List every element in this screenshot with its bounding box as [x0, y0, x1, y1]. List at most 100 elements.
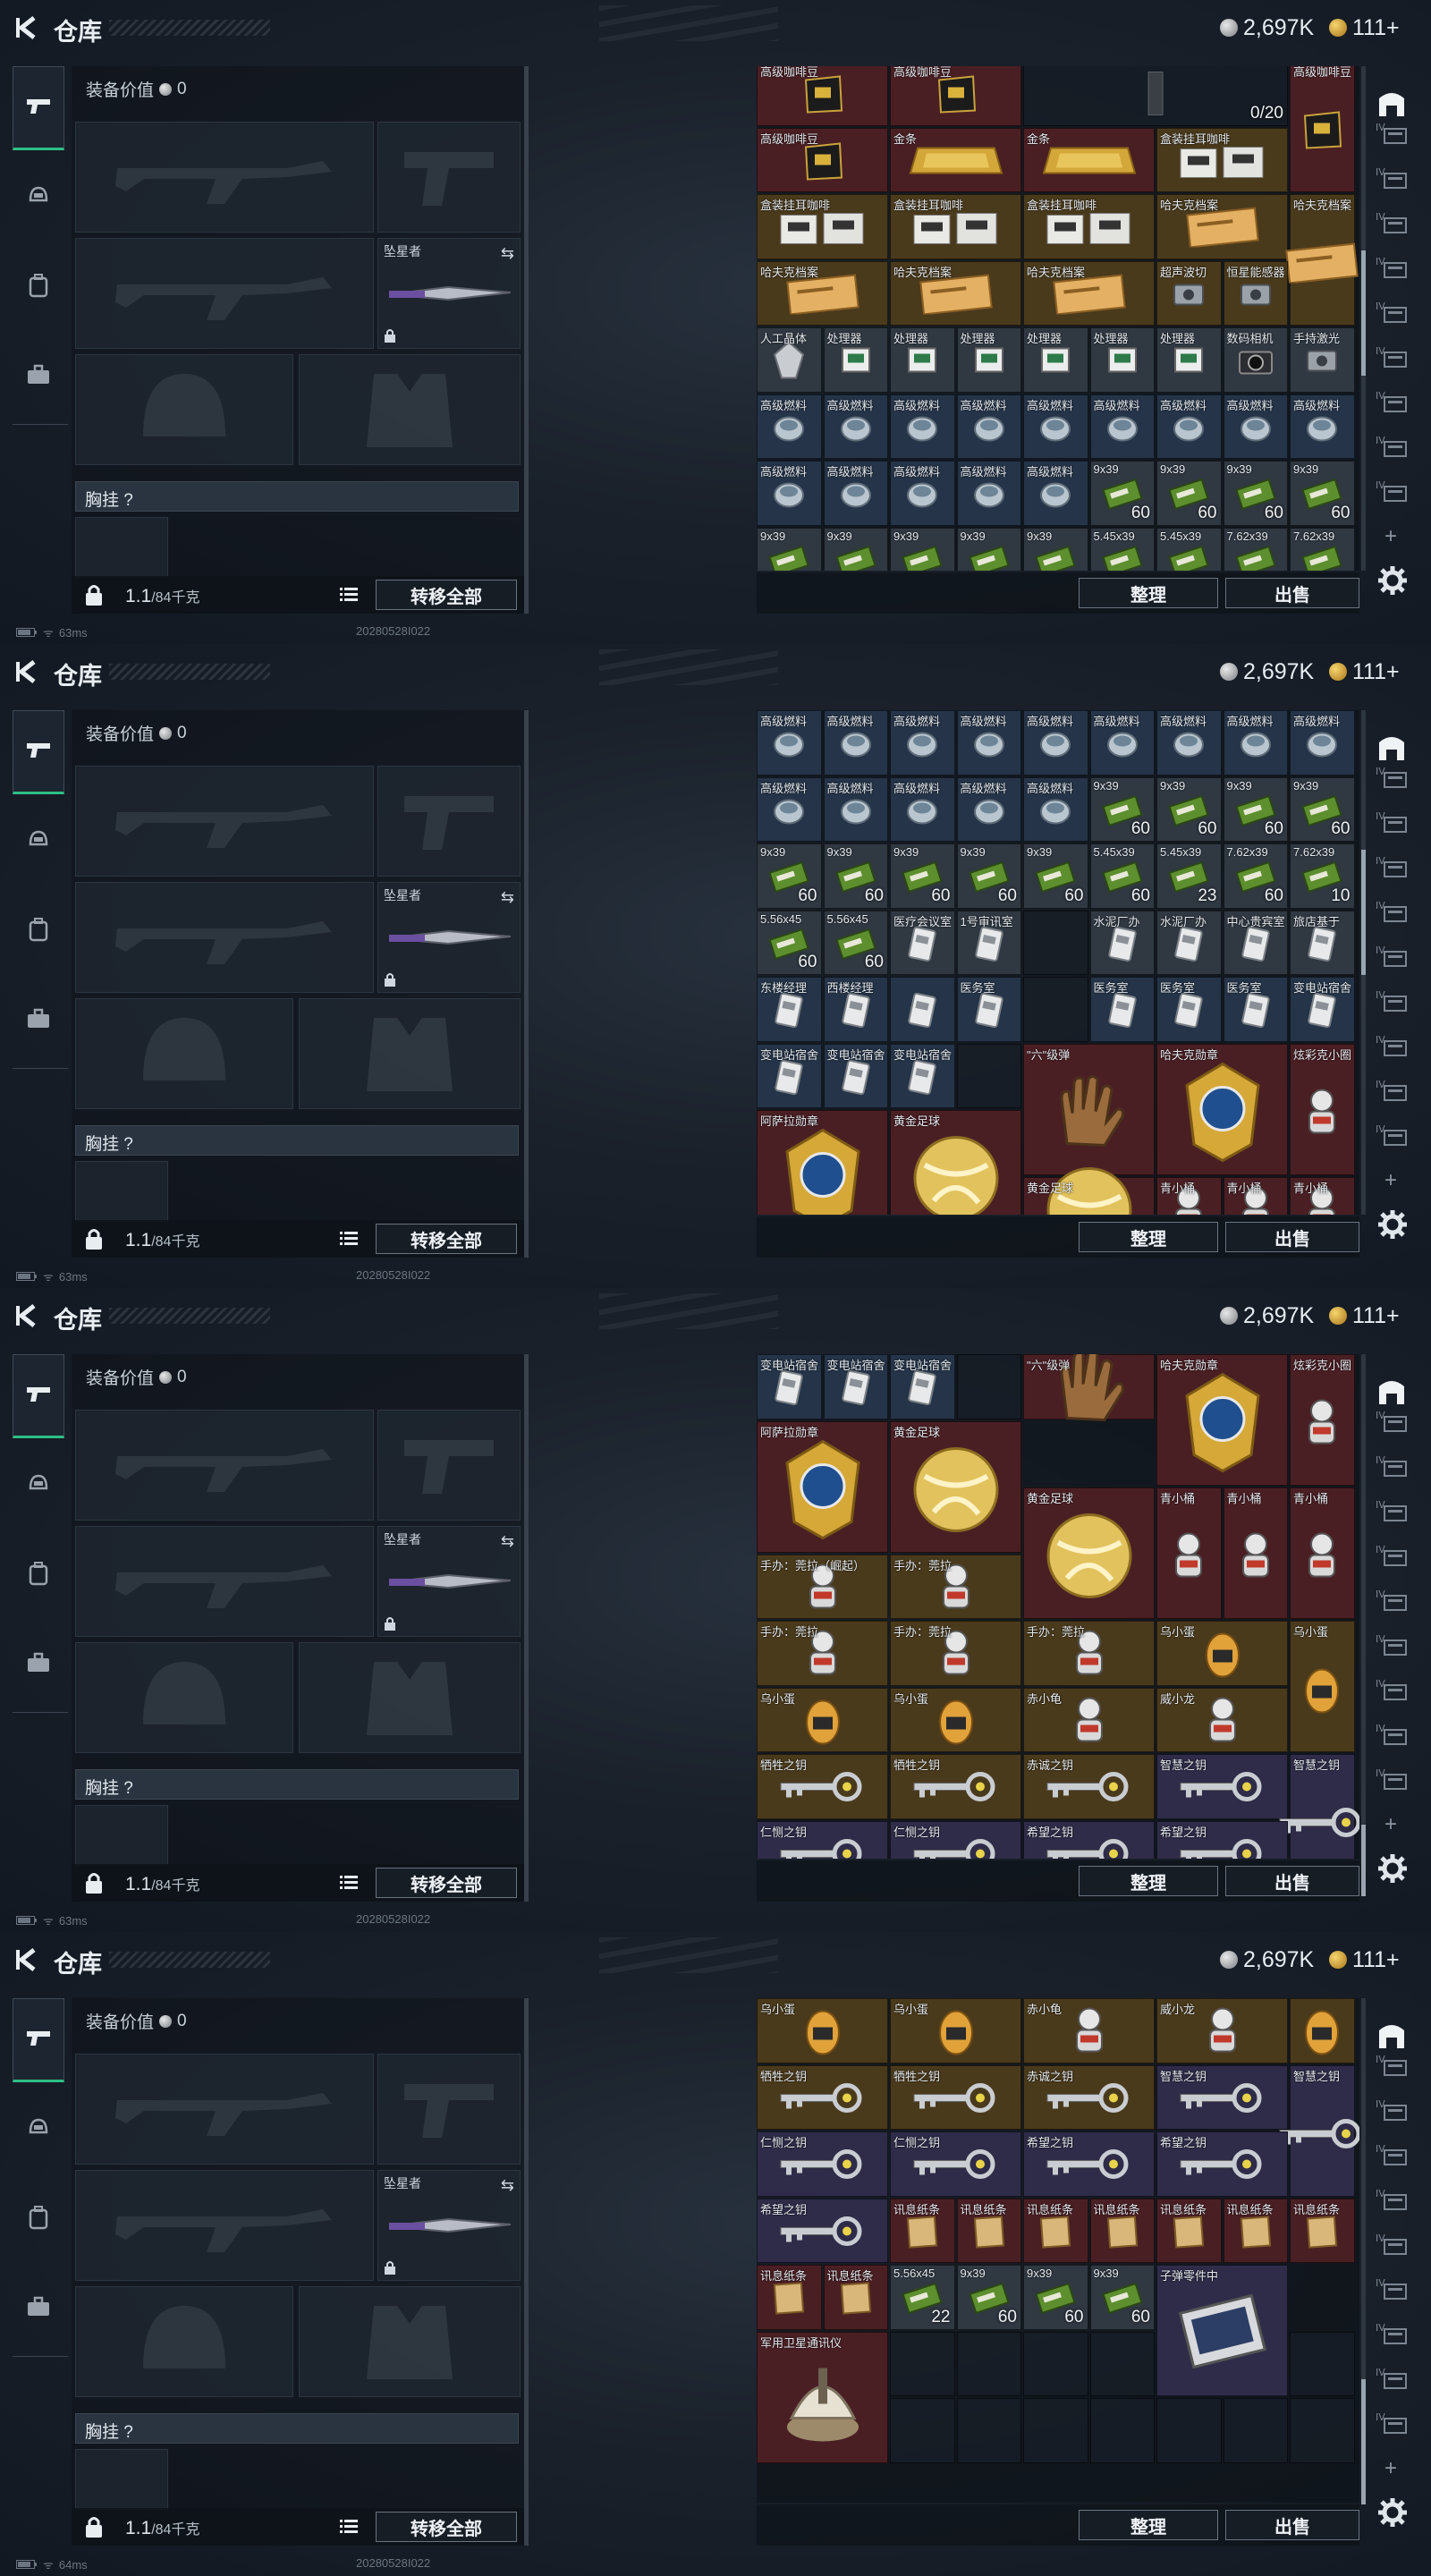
stash-item[interactable]: 9x39 60 [1089, 461, 1155, 526]
stash-tab-3[interactable]: IV [1374, 1453, 1413, 1492]
stash-item[interactable]: 仁恻之钥 [890, 1820, 1021, 1859]
stash-item[interactable]: 讯息纸条 [1023, 2198, 1088, 2263]
stash-item[interactable]: 仁恻之钥 [890, 2131, 1021, 2197]
swap-icon[interactable]: ⇆ [501, 888, 514, 907]
stash-item[interactable]: 手办：莞拉 [890, 1554, 1021, 1619]
backpack-tab[interactable] [13, 245, 64, 329]
stash-item[interactable]: 阿萨拉勋章 [757, 1420, 888, 1553]
helmet-slot[interactable] [75, 2286, 293, 2397]
stash-tab-8[interactable]: IV [1374, 388, 1413, 428]
stash-item[interactable]: 西楼经理 [823, 977, 888, 1042]
settings-gear-icon[interactable] [1377, 1853, 1408, 1884]
backpack-tab[interactable] [13, 2177, 64, 2261]
stash-item[interactable]: 哈夫克勋章 [1156, 1043, 1288, 1175]
swap-icon[interactable]: ⇆ [501, 244, 514, 263]
stash-item[interactable]: 智慧之钥 [1156, 1754, 1288, 1819]
stash-item[interactable]: 牺牲之钥 [757, 2064, 888, 2130]
stash-item[interactable]: 牺牲之钥 [757, 1754, 888, 1819]
stash-item[interactable]: 青小桶 [1156, 1176, 1222, 1215]
stash-tab-2[interactable]: IV [1374, 120, 1413, 159]
equipment-scrollbar[interactable] [524, 66, 529, 614]
stash-item[interactable]: 赤诚之钥 [1023, 1754, 1155, 1819]
stash-item[interactable]: 9x39 60 [1290, 776, 1355, 842]
stash-item[interactable]: 9x39 60 [956, 843, 1021, 909]
stash-item[interactable]: "六"级弹 [1023, 1354, 1155, 1422]
stash-item[interactable]: 讯息纸条 [1290, 2198, 1355, 2263]
weapon-tab[interactable] [13, 1354, 64, 1438]
stash-tab-6[interactable]: IV [1374, 299, 1413, 338]
stash-item[interactable]: 赤小龟 [1023, 1687, 1155, 1752]
stash-item[interactable]: 5.45x39 23 [1156, 843, 1222, 909]
stash-item[interactable]: 讯息纸条 [1156, 2198, 1222, 2263]
stash-item[interactable]: 9x39 60 [1156, 461, 1222, 526]
stash-item[interactable]: 讯息纸条 [956, 2198, 1021, 2263]
pistol-slot[interactable] [377, 766, 521, 877]
stash-item[interactable]: 高级燃料 [1156, 710, 1222, 775]
stash-item[interactable]: 5.56x45 60 [757, 910, 822, 975]
sort-button[interactable]: 整理 [1079, 2510, 1218, 2540]
stash-item[interactable]: 超声波切 [1156, 260, 1222, 326]
stash-item[interactable]: 变电站宿舍 [757, 1354, 822, 1419]
transfer-all-button[interactable]: 转移全部 [376, 580, 517, 610]
stash-item[interactable]: 青小桶 [1156, 1487, 1222, 1619]
stash-item[interactable]: 仁恻之钥 [757, 2131, 888, 2197]
stash-tab-10[interactable]: IV [1374, 478, 1413, 517]
stash-item[interactable]: 牺牲之钥 [890, 1754, 1021, 1819]
case-tab[interactable] [13, 979, 64, 1063]
stash-item[interactable]: 变电站宿舍 [890, 1354, 955, 1419]
stash-tab-8[interactable]: IV [1374, 2320, 1413, 2360]
stash-item[interactable]: 哈夫克档案 [1023, 260, 1155, 326]
list-icon[interactable] [340, 2519, 358, 2535]
stash-item[interactable]: 高级燃料 [1023, 394, 1088, 459]
backpack-tab[interactable] [13, 1533, 64, 1617]
stash-item[interactable]: 盒装挂耳咖啡 [1156, 127, 1288, 192]
stash-item[interactable]: 9x39 60 [757, 843, 822, 909]
lock-icon[interactable] [84, 583, 104, 606]
stash-tab-3[interactable]: IV [1374, 165, 1413, 204]
stash-item[interactable]: 变电站宿舍 [823, 1043, 888, 1108]
stash-item[interactable]: 7.62x39 60 [1223, 843, 1288, 909]
stash-item[interactable]: 高级燃料 [956, 710, 1021, 775]
stash-item[interactable]: 高级燃料 [1089, 394, 1155, 459]
stash-item[interactable]: 黄金足球 [1023, 1166, 1155, 1215]
stash-item[interactable]: 5.45x39 60 [1089, 843, 1155, 909]
stash-item[interactable]: 5.56x45 60 [823, 910, 888, 975]
transfer-all-button[interactable]: 转移全部 [376, 1224, 517, 1254]
stash-item[interactable]: 9x39 60 [1089, 776, 1155, 842]
stash-item[interactable] [1290, 1998, 1355, 2063]
back-arrow-icon[interactable] [13, 1945, 43, 1975]
add-tab-icon[interactable]: + [1384, 2456, 1397, 2481]
stash-item[interactable]: 旅店基于 [1290, 910, 1355, 975]
stash-tab-4[interactable]: IV [1374, 853, 1413, 893]
stash-item[interactable]: 医务室 [1089, 977, 1155, 1042]
stash-item[interactable]: 高级咖啡豆 [757, 127, 888, 192]
stash-item[interactable]: 9x39 [956, 527, 1021, 571]
armor-tab[interactable] [13, 156, 64, 240]
list-icon[interactable] [340, 1231, 358, 1247]
chest-rig-item-slot[interactable] [75, 2449, 168, 2510]
stash-tab-7[interactable]: IV [1374, 343, 1413, 383]
stash-item[interactable]: 东楼经理 [757, 977, 822, 1042]
stash-item[interactable]: 手办：莞拉 [757, 1621, 888, 1686]
stash-item[interactable]: 高级燃料 [956, 394, 1021, 459]
stash-tab-9[interactable]: IV [1374, 2365, 1413, 2404]
chest-rig-item-slot[interactable] [75, 517, 168, 578]
stash-scrollbar-thumb[interactable] [1361, 850, 1366, 975]
stash-item[interactable]: 人工晶体 [757, 327, 822, 393]
stash-item[interactable]: 黄金足球 [890, 1420, 1021, 1553]
stash-item[interactable]: 5.45x39 [1156, 527, 1222, 571]
stash-tab-8[interactable]: IV [1374, 1676, 1413, 1716]
armor-slot[interactable] [299, 1642, 521, 1753]
stash-item[interactable]: 军用卫星通讯仪 [757, 2331, 888, 2463]
helmet-slot[interactable] [75, 354, 293, 465]
pistol-slot[interactable] [377, 1410, 521, 1521]
sort-button[interactable]: 整理 [1079, 578, 1218, 608]
case-tab[interactable] [13, 335, 64, 419]
chest-rig-item-slot[interactable] [75, 1805, 168, 1866]
transfer-all-button[interactable]: 转移全部 [376, 2512, 517, 2542]
stash-item[interactable]: 9x39 60 [1223, 461, 1288, 526]
add-tab-icon[interactable]: + [1384, 524, 1397, 549]
stash-item[interactable]: 9x39 60 [1023, 2265, 1088, 2330]
stash-item[interactable]: 哈夫克档案 [1156, 194, 1288, 259]
stash-item[interactable]: 高级燃料 [823, 461, 888, 526]
